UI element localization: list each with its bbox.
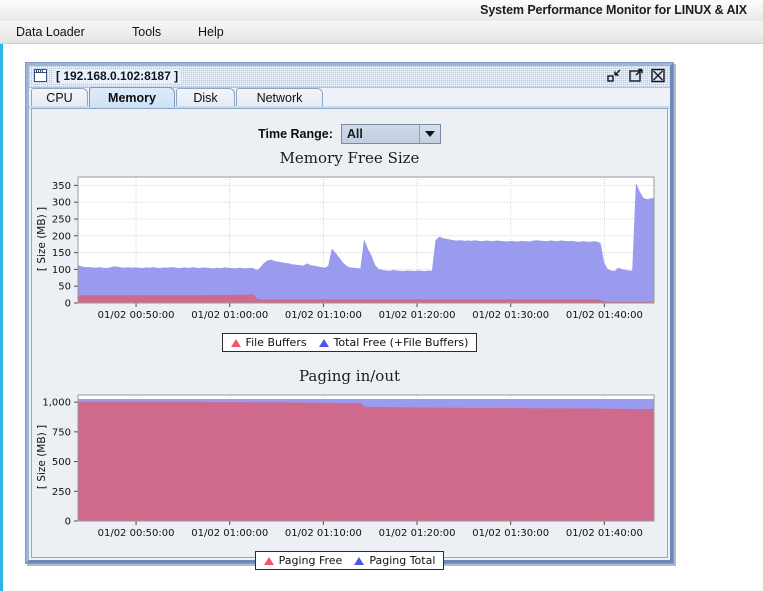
time-range-arrow-button[interactable] — [418, 125, 440, 143]
app-root: System Performance Monitor for LINUX & A… — [0, 0, 763, 591]
svg-text:01/02 01:30:00: 01/02 01:30:00 — [472, 310, 549, 321]
svg-text:01/02 00:50:00: 01/02 00:50:00 — [98, 310, 175, 321]
svg-text:01/02 01:40:00: 01/02 01:40:00 — [566, 310, 643, 321]
svg-text:01/02 01:20:00: 01/02 01:20:00 — [379, 310, 456, 321]
svg-text:200: 200 — [52, 231, 71, 242]
legend-label: Total Free (+File Buffers) — [333, 336, 469, 349]
svg-text:01/02 01:10:00: 01/02 01:10:00 — [285, 310, 362, 321]
maximize-button[interactable] — [629, 68, 644, 83]
menu-item-help[interactable]: Help — [192, 24, 230, 40]
paging-chart-legend: Paging Free Paging Total — [32, 551, 667, 570]
app-title: System Performance Monitor for LINUX & A… — [480, 3, 747, 17]
legend-item-paging-total[interactable]: Paging Total — [354, 554, 435, 567]
svg-text:01/02 00:50:00: 01/02 00:50:00 — [98, 528, 175, 539]
menu-bar: Data Loader Tools Help — [0, 21, 763, 44]
svg-text:0: 0 — [65, 517, 71, 528]
window-icon — [34, 69, 47, 82]
time-range-label: Time Range: — [258, 127, 333, 141]
svg-text:01/02 01:00:00: 01/02 01:00:00 — [191, 310, 268, 321]
legend-item-paging-free[interactable]: Paging Free — [263, 554, 343, 567]
svg-text:750: 750 — [52, 427, 71, 438]
chevron-down-icon — [424, 131, 435, 137]
svg-text:500: 500 — [52, 457, 71, 468]
paging-chart-y-axis-label: [ Size (MB) ] — [36, 424, 49, 490]
memory-chart-y-axis-label: [ Size (MB) ] — [36, 206, 49, 272]
svg-text:150: 150 — [52, 248, 71, 259]
triangle-marker-icon — [230, 338, 241, 347]
internal-frame-window: [ 192.168.0.102:8187 ] CPU Memory Disk N… — [25, 62, 674, 570]
svg-text:01/02 01:00:00: 01/02 01:00:00 — [191, 528, 268, 539]
time-range-select[interactable]: All — [340, 124, 441, 144]
svg-text:300: 300 — [52, 198, 71, 209]
legend-label: Paging Free — [278, 554, 343, 567]
svg-text:250: 250 — [52, 215, 71, 226]
window-title: [ 192.168.0.102:8187 ] — [53, 69, 182, 83]
svg-text:350: 350 — [52, 181, 71, 192]
legend-item-file-buffers[interactable]: File Buffers — [230, 336, 307, 349]
paging-chart-plot-area: [ Size (MB) ] 0 250 500 750 1,000 01/02 00:50… — [32, 389, 667, 549]
window-buttons — [607, 68, 666, 83]
tab-network[interactable]: Network — [236, 88, 323, 107]
memory-chart-svg: 0 50 100 150 200 250 300 350 01/02 00:50:00 01/02… — [32, 171, 662, 331]
tab-bar: CPU Memory Disk Network — [29, 87, 670, 107]
legend-label: File Buffers — [245, 336, 307, 349]
svg-text:01/02 01:30:00: 01/02 01:30:00 — [472, 528, 549, 539]
svg-text:01/02 01:10:00: 01/02 01:10:00 — [285, 528, 362, 539]
minimize-icon — [607, 69, 621, 82]
svg-text:1,000: 1,000 — [42, 398, 71, 409]
maximize-icon — [629, 68, 643, 82]
memory-tab-panel: Time Range: All Memory Free Size [ Size … — [31, 108, 668, 570]
menu-item-data-loader[interactable]: Data Loader — [10, 24, 91, 40]
svg-text:50: 50 — [58, 282, 71, 293]
triangle-marker-icon — [354, 556, 365, 565]
tab-memory[interactable]: Memory — [89, 87, 175, 107]
app-header: System Performance Monitor for LINUX & A… — [0, 0, 763, 22]
svg-text:01/02 01:20:00: 01/02 01:20:00 — [379, 528, 456, 539]
svg-text:100: 100 — [52, 265, 71, 276]
paging-chart-title: Paging in/out — [298, 367, 401, 385]
close-button[interactable] — [651, 68, 666, 83]
triangle-marker-icon — [263, 556, 274, 565]
legend-label: Paging Total — [369, 554, 436, 567]
memory-chart-legend: File Buffers Total Free (+File Buffers) — [32, 333, 667, 352]
close-icon — [651, 68, 665, 83]
legend-item-total-free[interactable]: Total Free (+File Buffers) — [318, 336, 469, 349]
window-title-bar[interactable]: [ 192.168.0.102:8187 ] — [29, 66, 670, 88]
time-range-row: Time Range: All — [32, 123, 667, 145]
tab-cpu[interactable]: CPU — [31, 88, 88, 107]
svg-text:0: 0 — [65, 299, 71, 310]
memory-chart-plot-area: [ Size (MB) ] 0 50 100 150 200 250 300 350 01/02… — [32, 171, 667, 331]
menu-item-tools[interactable]: Tools — [126, 24, 167, 40]
minimize-button[interactable] — [607, 68, 622, 83]
memory-free-size-chart: Memory Free Size [ Size (MB) ] 0 50 100 150… — [32, 149, 667, 339]
left-accent-stripe-lower — [0, 43, 3, 591]
time-range-value: All — [346, 127, 363, 141]
svg-text:01/02 01:40:00: 01/02 01:40:00 — [566, 528, 643, 539]
paging-chart-svg: 0 250 500 750 1,000 01/02 00:50:00 01/02 01:00… — [32, 389, 662, 549]
triangle-marker-icon — [318, 338, 329, 347]
svg-text:250: 250 — [52, 487, 71, 498]
memory-chart-title: Memory Free Size — [279, 149, 420, 167]
paging-in-out-chart: Paging in/out [ Size (MB) ] 0 250 500 750 1,… — [32, 367, 667, 557]
tab-disk[interactable]: Disk — [176, 88, 235, 107]
